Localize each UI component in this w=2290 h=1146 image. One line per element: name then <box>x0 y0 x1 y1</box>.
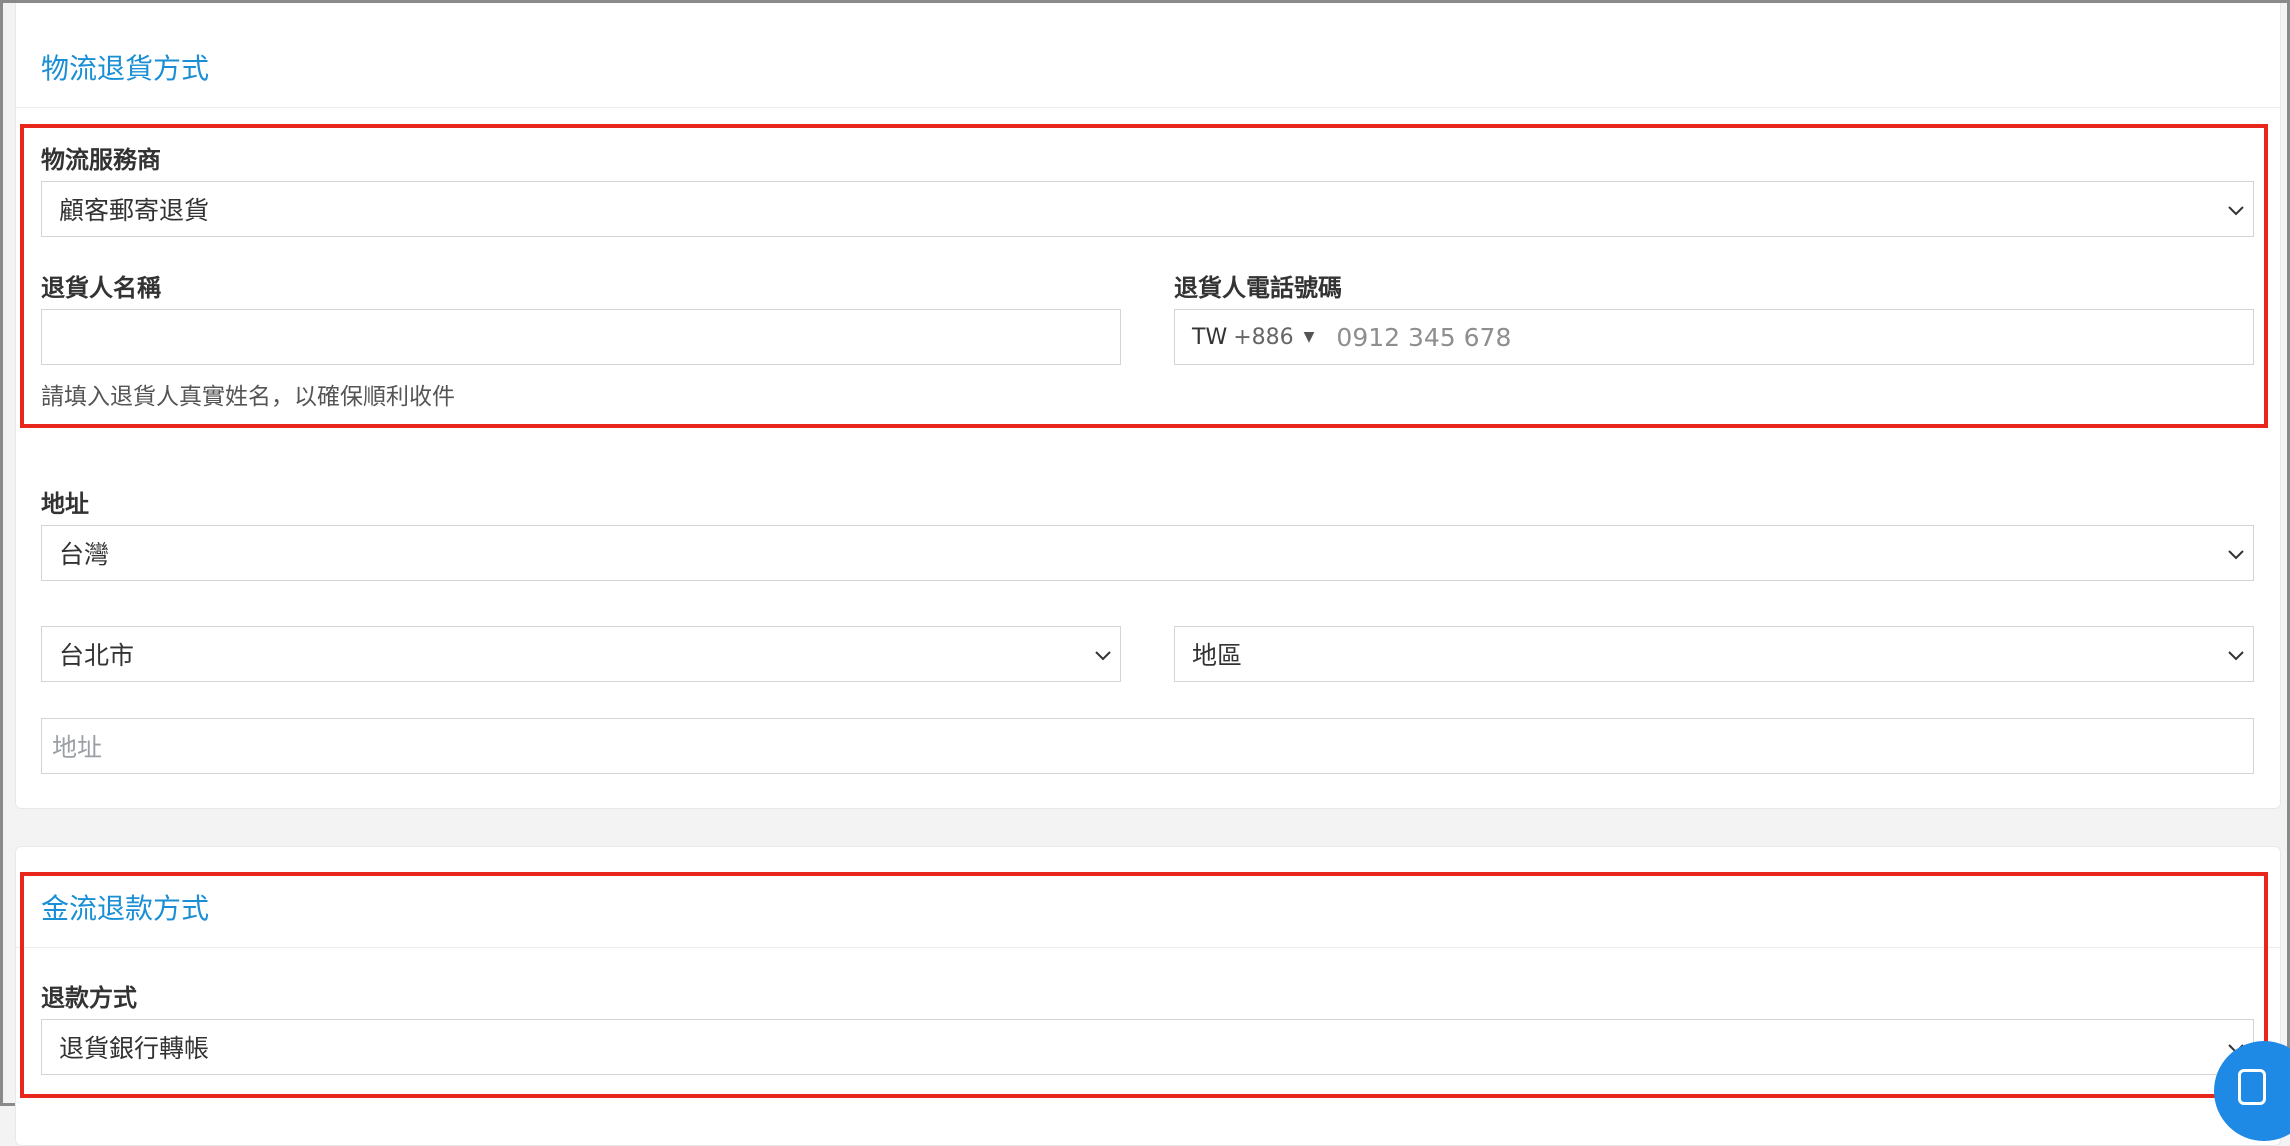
address-placeholder: 地址 <box>52 733 103 762</box>
address-input[interactable]: 地址 <box>41 718 2254 774</box>
chevron-down-icon <box>1095 651 1111 661</box>
window-frame: 物流退貨方式 物流服務商 顧客郵寄退貨 退貨人名稱 請填入退貨人真實姓名，以確保… <box>0 0 2290 1146</box>
address-label: 地址 <box>41 490 89 518</box>
city-select[interactable]: 台北市 <box>41 626 1121 682</box>
highlight-box-payment <box>20 872 2268 1098</box>
section-divider <box>15 107 2281 108</box>
highlight-box-logistics <box>20 124 2268 428</box>
chevron-down-icon <box>2228 651 2244 661</box>
logistics-section-title: 物流退貨方式 <box>41 52 210 85</box>
country-select[interactable]: 台灣 <box>41 525 2254 581</box>
city-value: 台北市 <box>59 641 135 670</box>
district-select[interactable]: 地區 <box>1174 626 2254 682</box>
chat-bubble-icon <box>2238 1069 2266 1105</box>
chevron-down-icon <box>2228 550 2244 560</box>
country-value: 台灣 <box>59 540 110 569</box>
district-value: 地區 <box>1192 641 1243 670</box>
